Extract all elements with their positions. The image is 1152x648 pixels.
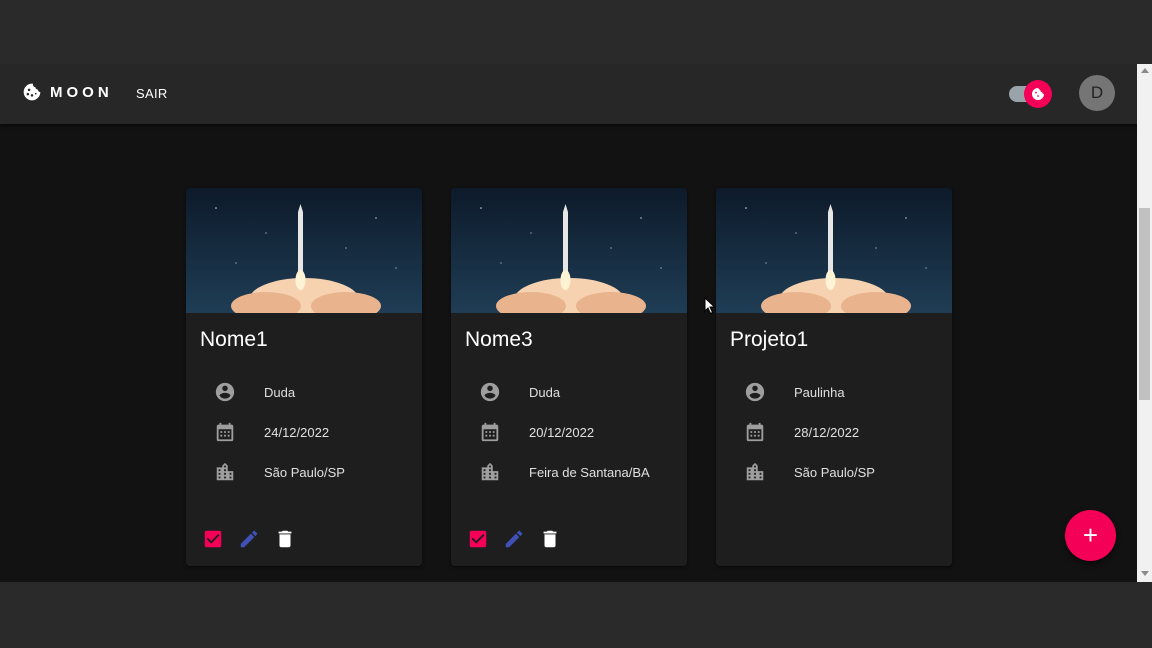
card-title: Projeto1: [730, 328, 809, 351]
brand-name: MOON: [50, 83, 113, 101]
project-card: Nome3 Duda 20/12/2022 Feira de Santana/B…: [451, 188, 687, 566]
card-location: São Paulo/SP: [794, 464, 875, 480]
card-title: Nome3: [465, 328, 533, 351]
card-location-row: Feira de Santana/BA: [479, 461, 650, 483]
user-avatar[interactable]: D: [1079, 75, 1115, 111]
toggle-thumb: [1024, 80, 1052, 108]
city-icon: [216, 462, 234, 481]
account-circle-icon: [745, 382, 765, 402]
rocket-launch-image: [451, 188, 687, 313]
checkbox-checked-icon[interactable]: [202, 528, 224, 550]
account-circle-icon: [480, 382, 500, 402]
scrollbar-thumb[interactable]: [1139, 208, 1150, 400]
card-date-row: 24/12/2022: [214, 421, 329, 443]
trash-icon[interactable]: [539, 528, 561, 550]
outer-page-bottom: [0, 582, 1152, 648]
card-location: São Paulo/SP: [264, 464, 345, 480]
card-location: Feira de Santana/BA: [529, 464, 650, 480]
calendar-icon: [746, 422, 764, 442]
card-actions: [202, 528, 310, 550]
pencil-icon[interactable]: [503, 528, 525, 550]
logout-button[interactable]: SAIR: [136, 86, 168, 101]
card-date: 28/12/2022: [794, 424, 860, 440]
calendar-icon: [216, 422, 234, 442]
card-person: Duda: [264, 384, 296, 400]
app-bar: MOON SAIR D: [0, 64, 1137, 124]
trash-icon[interactable]: [274, 528, 296, 550]
theme-toggle[interactable]: [1008, 79, 1054, 109]
project-card: Projeto1 Paulinha 28/12/2022 São Paulo/S…: [716, 188, 952, 566]
card-date-row: 20/12/2022: [479, 421, 594, 443]
card-person-row: Duda: [214, 381, 295, 403]
moon-cookie-icon: [1032, 88, 1044, 100]
account-circle-icon: [215, 382, 235, 402]
card-person-row: Duda: [479, 381, 560, 403]
rocket-launch-image: [186, 188, 422, 313]
card-person: Paulinha: [794, 384, 845, 400]
card-person-row: Paulinha: [744, 381, 845, 403]
mouse-cursor-icon: [704, 297, 716, 315]
checkbox-checked-icon[interactable]: [467, 528, 489, 550]
scroll-down-icon[interactable]: [1141, 571, 1149, 576]
card-location-row: São Paulo/SP: [214, 461, 345, 483]
card-date: 20/12/2022: [529, 424, 595, 440]
brand[interactable]: MOON: [22, 82, 113, 102]
pencil-icon[interactable]: [238, 528, 260, 550]
add-project-button[interactable]: +: [1065, 510, 1116, 561]
card-actions: [467, 528, 575, 550]
project-card: Nome1 Duda 24/12/2022 São Paulo/SP: [186, 188, 422, 566]
city-icon: [481, 462, 499, 481]
app-window: MOON SAIR D Nome1 Duda 24/12/2022 São Pa…: [0, 64, 1137, 582]
card-title: Nome1: [200, 328, 268, 351]
card-date-row: 28/12/2022: [744, 421, 859, 443]
card-date: 24/12/2022: [264, 424, 330, 440]
city-icon: [746, 462, 764, 481]
scroll-up-icon[interactable]: [1141, 68, 1149, 73]
vertical-scrollbar[interactable]: [1137, 64, 1152, 582]
cookie-icon: [23, 83, 41, 101]
rocket-launch-image: [716, 188, 952, 313]
card-location-row: São Paulo/SP: [744, 461, 875, 483]
outer-page-top: [0, 0, 1152, 64]
card-person: Duda: [529, 384, 561, 400]
calendar-icon: [481, 422, 499, 442]
